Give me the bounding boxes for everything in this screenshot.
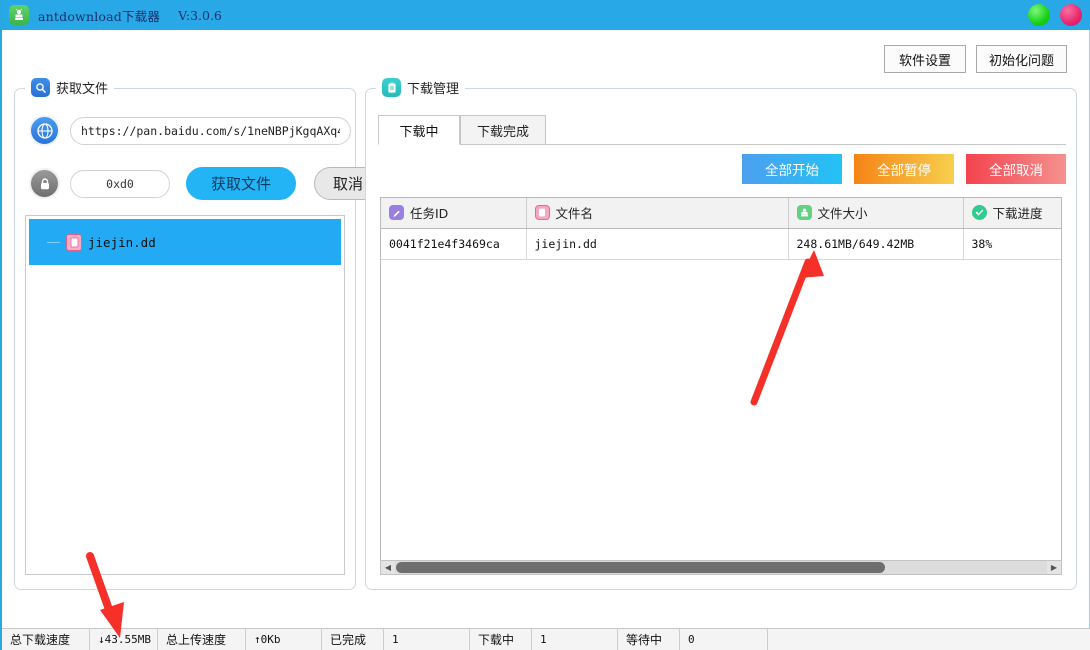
tab-completed[interactable]: 下载完成 [460, 115, 547, 145]
status-completed-value: 1 [384, 629, 470, 650]
tree-connector [47, 241, 60, 243]
close-circle-icon[interactable] [1060, 4, 1082, 26]
scroll-left-arrow-icon[interactable]: ◀ [381, 561, 395, 574]
download-panel-title-text: 下载管理 [407, 82, 460, 97]
column-header-file-size[interactable]: 文件大小 [788, 198, 964, 229]
download-table: 任务ID 文件名 文件大小 下载进度 0041f21e4f3469ca jiej… [380, 197, 1062, 565]
column-header-file-size-label: 文件大小 [817, 206, 868, 222]
ant-logo-icon [9, 5, 29, 25]
minimize-circle-icon[interactable] [1028, 4, 1050, 26]
status-waiting-value: 0 [680, 629, 768, 650]
fetch-panel-title: 获取文件 [25, 78, 115, 97]
url-input[interactable] [70, 116, 351, 145]
download-manage-panel: 下载管理 下载中 下载完成 全部开始 全部暂停 全部取消 任务ID 文件名 文件… [365, 78, 1077, 590]
file-icon [534, 205, 550, 221]
status-bar: 总下载速度 ↓43.55MB 总上传速度 ↑0Kb 已完成 1 下载中 1 等待… [2, 628, 1090, 650]
fetch-file-button[interactable]: 获取文件 [186, 167, 296, 200]
title-bar: antdownload下载器 V:3.0.6 [2, 0, 1090, 30]
window-version: V:3.0.6 [178, 7, 222, 23]
column-header-file-name-label: 文件名 [555, 206, 594, 222]
fetch-panel-title-text: 获取文件 [56, 82, 109, 97]
status-waiting-label: 等待中 [618, 629, 680, 650]
file-list[interactable]: jiejin.dd [25, 215, 345, 575]
status-downloading-value: 1 [532, 629, 618, 650]
scroll-right-arrow-icon[interactable]: ▶ [1047, 561, 1061, 574]
tab-bar: 下载中 下载完成 [378, 115, 547, 145]
tab-downloading[interactable]: 下载中 [378, 115, 460, 145]
file-icon [66, 233, 82, 251]
pause-all-button[interactable]: 全部暂停 [854, 154, 954, 184]
column-header-progress-label: 下载进度 [992, 206, 1043, 222]
download-panel-title: 下载管理 [376, 78, 466, 97]
password-row: 获取文件 取消 [29, 167, 382, 200]
lock-icon [29, 168, 60, 199]
top-toolbar: 软件设置 初始化问题 [883, 45, 1067, 73]
cancel-all-button[interactable]: 全部取消 [966, 154, 1066, 184]
window-title: antdownload下载器 [38, 8, 161, 24]
status-spacer [768, 629, 1090, 650]
url-row [29, 115, 351, 146]
cell-file-size: 248.61MB/649.42MB [788, 228, 964, 260]
clipboard-icon [382, 78, 401, 97]
cell-file-name: jiejin.dd [526, 228, 789, 260]
scrollbar-thumb[interactable] [396, 562, 885, 573]
status-download-speed-value: ↓43.55MB [90, 629, 158, 650]
cell-task-id: 0041f21e4f3469ca [381, 228, 527, 260]
list-item[interactable]: jiejin.dd [29, 219, 341, 265]
search-icon [31, 78, 50, 97]
window-controls [1028, 4, 1082, 26]
bulk-actions: 全部开始 全部暂停 全部取消 [742, 154, 1066, 184]
column-header-task-id[interactable]: 任务ID [381, 198, 527, 229]
status-downloading-label: 下载中 [470, 629, 532, 650]
file-name-label: jiejin.dd [88, 234, 156, 250]
column-header-task-id-label: 任务ID [410, 206, 449, 222]
software-settings-button[interactable]: 软件设置 [883, 45, 966, 73]
table-row[interactable]: 0041f21e4f3469ca jiejin.dd 248.61MB/649.… [381, 228, 1061, 260]
column-header-file-name[interactable]: 文件名 [526, 198, 789, 229]
status-download-speed-label: 总下载速度 [2, 629, 90, 650]
password-input[interactable] [70, 169, 170, 198]
scrollbar-track[interactable] [395, 561, 1047, 574]
status-upload-speed-value: ↑0Kb [246, 629, 322, 650]
ant-icon [796, 205, 812, 221]
fetch-file-panel: 获取文件 获取文件 取消 [14, 78, 382, 590]
start-all-button[interactable]: 全部开始 [742, 154, 842, 184]
pencil-icon [389, 205, 404, 221]
horizontal-scrollbar[interactable]: ◀ ▶ [380, 560, 1062, 575]
status-completed-label: 已完成 [322, 629, 384, 650]
init-problem-button[interactable]: 初始化问题 [975, 45, 1067, 73]
cell-progress: 38% [963, 228, 1061, 260]
status-upload-speed-label: 总上传速度 [158, 629, 246, 650]
globe-icon [29, 115, 60, 146]
column-header-progress[interactable]: 下载进度 [963, 198, 1061, 229]
check-circle-icon [971, 205, 987, 221]
table-header-row: 任务ID 文件名 文件大小 下载进度 [381, 198, 1061, 229]
app-window: antdownload下载器 V:3.0.6 软件设置 初始化问题 获取文件 h… [0, 0, 1090, 650]
